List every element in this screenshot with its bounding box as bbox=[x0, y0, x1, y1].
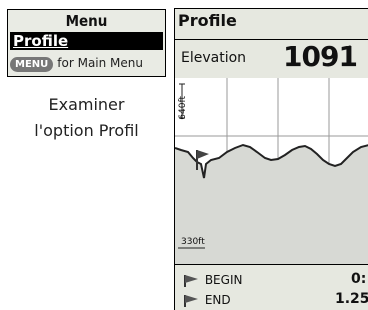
menu-panel: Menu Profile MENU for Main Menu bbox=[7, 9, 166, 77]
legend-panel: BEGIN 0: END 1.25 bbox=[175, 264, 368, 310]
profile-screen: Profile Elevation 1091 ft 640ft 330ft BE… bbox=[174, 8, 368, 310]
menu-hint-text: for Main Menu bbox=[57, 56, 144, 70]
elevation-unit: ft bbox=[347, 46, 351, 66]
menu-item-profile-label: Profile bbox=[13, 32, 69, 50]
caption-line-1: Examiner bbox=[48, 95, 125, 114]
scale-bottom-label: 330ft bbox=[181, 237, 205, 247]
screen-title: Profile bbox=[178, 11, 237, 30]
menu-item-profile[interactable]: Profile bbox=[10, 32, 163, 50]
elevation-label: Elevation bbox=[181, 50, 247, 66]
caption-line-2: l'option Profil bbox=[34, 121, 139, 140]
legend-row-end[interactable]: END bbox=[183, 293, 231, 308]
legend-begin-value: 0: bbox=[351, 271, 367, 287]
legend-begin-label: BEGIN bbox=[204, 273, 243, 287]
menu-hint: MENU for Main Menu bbox=[10, 56, 143, 72]
elevation-field[interactable]: Elevation 1091 ft bbox=[175, 39, 368, 79]
elevation-unit-bottom: t bbox=[347, 55, 351, 66]
menu-title: Menu bbox=[65, 12, 108, 30]
caption: Examiner l'option Profil bbox=[7, 92, 166, 144]
flag-icon bbox=[184, 294, 198, 307]
legend-end-label: END bbox=[204, 293, 231, 307]
legend-end-value: 1.25 bbox=[335, 291, 368, 307]
elevation-value: 1091 bbox=[283, 40, 358, 73]
profile-graph[interactable]: 640ft 330ft bbox=[175, 78, 368, 264]
flag-icon bbox=[184, 274, 198, 287]
legend-row-begin[interactable]: BEGIN bbox=[183, 273, 242, 288]
scale-top-label: 640ft bbox=[178, 96, 188, 120]
menu-key-button[interactable]: MENU bbox=[10, 57, 54, 72]
